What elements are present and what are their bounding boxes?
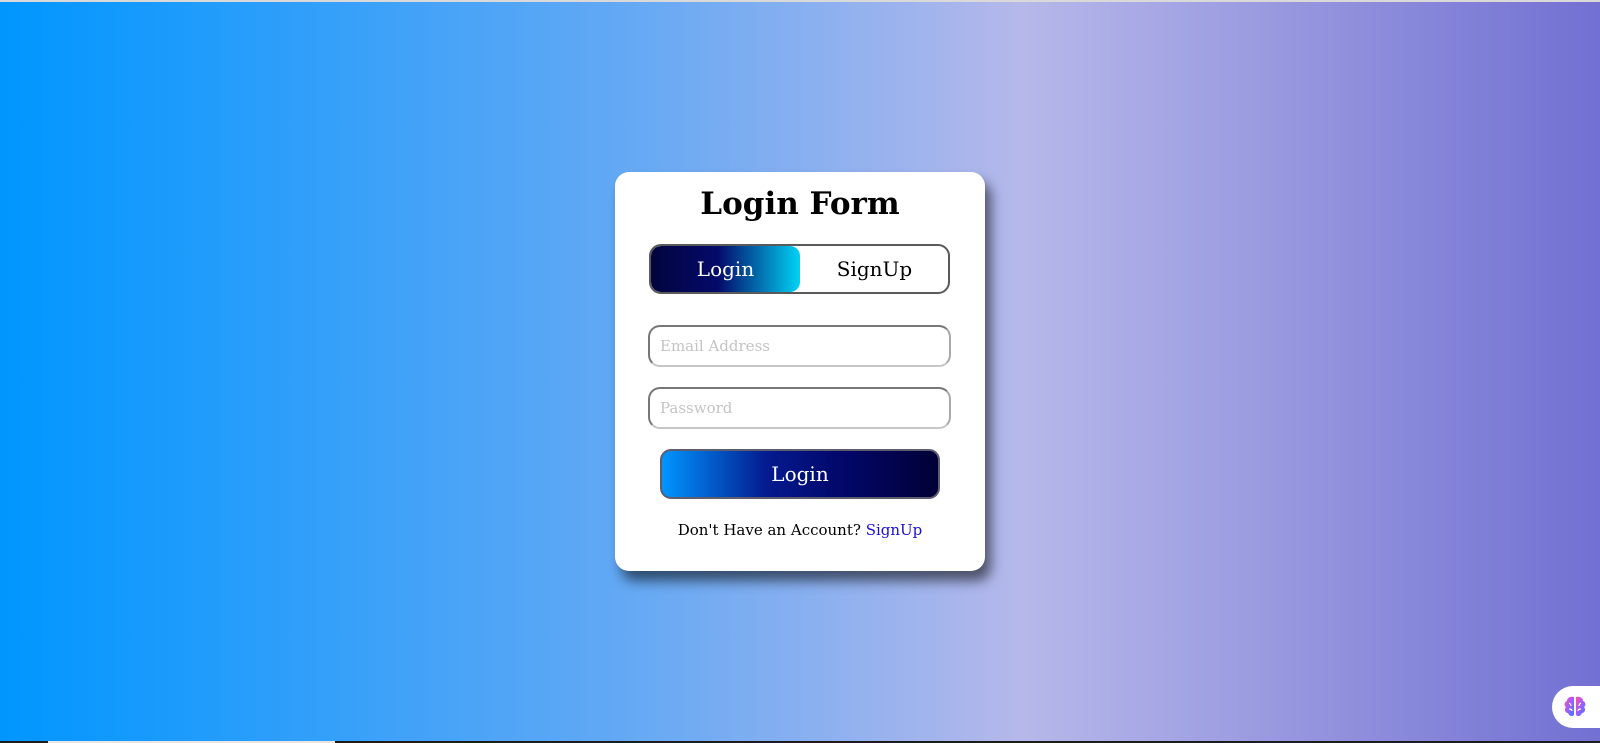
email-field-wrapper: [648, 325, 951, 367]
signup-link[interactable]: SignUp: [866, 521, 923, 539]
login-signup-toggle: Login SignUp: [649, 244, 950, 294]
tab-signup[interactable]: SignUp: [800, 246, 948, 292]
signup-prompt-text: Don't Have an Account?: [677, 521, 861, 539]
tab-login[interactable]: Login: [651, 246, 800, 292]
assistant-widget[interactable]: [1552, 686, 1600, 728]
login-card: Login Form Login SignUp Login Don't Have…: [615, 172, 985, 571]
signup-prompt: Don't Have an Account? SignUp: [615, 521, 985, 539]
password-input[interactable]: [650, 389, 949, 427]
email-input[interactable]: [650, 327, 949, 365]
form-title: Login Form: [700, 186, 900, 222]
brain-icon: [1564, 696, 1586, 717]
login-submit-button[interactable]: Login: [660, 449, 940, 499]
password-field-wrapper: [648, 387, 951, 429]
